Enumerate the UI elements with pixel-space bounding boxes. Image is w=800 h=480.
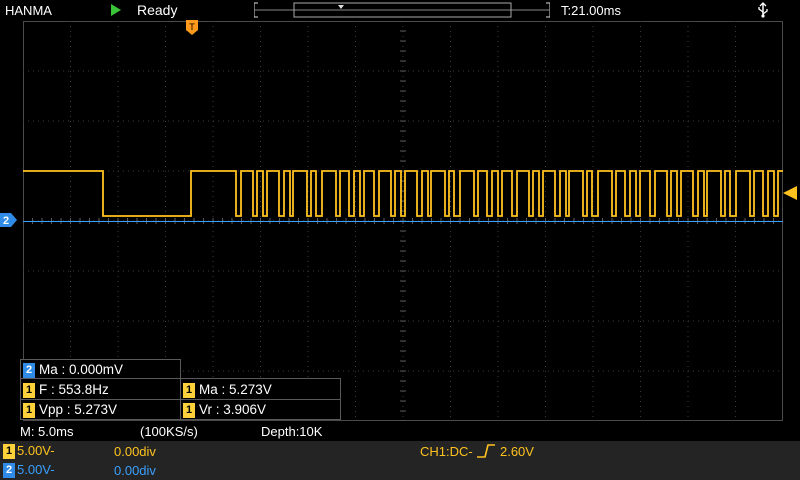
sample-rate-label: (100KS/s) [140,424,198,439]
measurement-ch2-box: 2 Ma : 0.000mV [20,359,181,380]
run-status: Ready [137,2,178,18]
trigger-level: 2.60V [499,444,534,459]
ch1-badge: 1 [23,382,35,398]
usb-icon [758,2,768,18]
measurement-ch1-box: 1F : 553.8Hz 1 Ma : 5.273V 1 Vpp : 5.273V … [20,378,341,420]
ch1-offset[interactable]: 0.00div [114,444,156,459]
trigger-position-icon [338,5,344,9]
ch2-mean-value: Ma : 0.000mV [39,362,124,377]
ch2-info[interactable]: 2 5.00V- [3,462,55,479]
trigger-position-marker[interactable]: T [186,20,198,35]
ch2-marker[interactable]: 2 [0,213,18,227]
timebase-label[interactable]: M: 5.0ms [20,424,73,439]
ch2-offset[interactable]: 0.00div [114,463,156,478]
brand-label: HANMA [5,3,52,18]
memory-depth-label[interactable]: Depth:10K [261,424,322,439]
ch1-badge: 1 [23,402,35,418]
ch1-vrms-value: Vr : 3.906V [199,402,267,417]
ch1-volts-div: 5.00V- [17,443,55,458]
ch2-badge: 2 [23,362,35,378]
ch2-badge: 2 [3,463,15,479]
trigger-info[interactable]: CH1:DC- 2.60V [420,444,534,459]
horizontal-offset[interactable]: T:21.00ms [561,3,621,18]
ch2-volts-div: 5.00V- [17,462,55,477]
memory-position-bar[interactable] [254,2,550,18]
ch1-badge: 1 [3,444,15,460]
ch1-badge: 1 [183,402,195,418]
ch1-badge: 1 [183,382,195,398]
trigger-coupling: CH1:DC- [420,444,473,459]
ch1-info[interactable]: 1 5.00V- [3,443,55,460]
top-bar: HANMA Ready T:21.00ms [0,0,800,22]
trigger-level-arrow[interactable] [783,186,800,200]
rising-edge-icon [477,444,496,458]
play-icon[interactable] [111,4,121,16]
channel-info-bar: 1 5.00V- 0.00div 2 5.00V- 0.00div CH1:DC- … [0,441,800,480]
svg-text:T: T [189,22,195,32]
svg-text:2: 2 [3,215,9,227]
ch1-frequency-value: F : 553.8Hz [39,382,109,397]
ch1-mean-value: Ma : 5.273V [199,382,272,397]
ch1-vpp-value: Vpp : 5.273V [39,402,118,417]
